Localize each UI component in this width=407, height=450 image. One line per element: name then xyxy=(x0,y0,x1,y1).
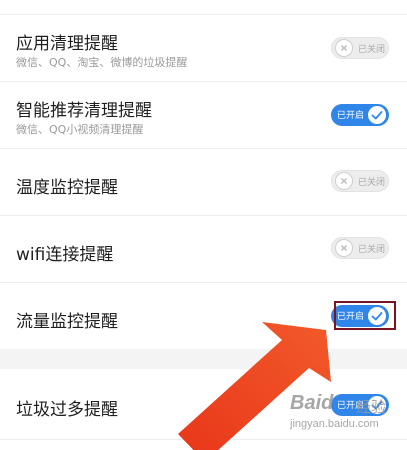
divider xyxy=(0,439,407,440)
temperature-toggle[interactable]: 已关闭 xyxy=(331,170,389,192)
setting-row-app-cleanup[interactable]: 应用清理提醒 微信、QQ、淘宝、微博的垃圾提醒 已关闭 xyxy=(0,15,407,81)
close-icon xyxy=(335,239,353,257)
annotation-highlight-box xyxy=(334,301,396,330)
baidu-jingyan-watermark: Baid 经验 jingyan.baidu.com xyxy=(282,392,402,438)
watermark-brand: Baid xyxy=(290,392,334,414)
toggle-label: 已关闭 xyxy=(358,245,386,255)
setting-title: wifi连接提醒 xyxy=(16,245,114,265)
setting-subtitle: 微信、QQ小视频清理提醒 xyxy=(16,123,144,136)
setting-row-wifi[interactable]: wifi连接提醒 已关闭 xyxy=(0,216,407,282)
check-icon xyxy=(368,106,386,124)
toggle-label: 已关闭 xyxy=(358,45,386,55)
watermark-url: jingyan.baidu.com xyxy=(290,418,379,430)
watermark-suffix: 经验 xyxy=(356,399,387,416)
section-gap xyxy=(0,349,407,369)
setting-title: 智能推荐清理提醒 xyxy=(16,101,152,121)
close-icon xyxy=(335,172,353,190)
toggle-label: 已开启 xyxy=(337,111,365,121)
setting-row-smart-recommend[interactable]: 智能推荐清理提醒 微信、QQ小视频清理提醒 已开启 xyxy=(0,82,407,148)
setting-title: 应用清理提醒 xyxy=(16,34,118,54)
setting-subtitle: 微信、QQ、淘宝、微博的垃圾提醒 xyxy=(16,56,188,69)
wifi-toggle[interactable]: 已关闭 xyxy=(331,237,389,259)
setting-title: 流量监控提醒 xyxy=(16,312,118,332)
close-icon xyxy=(335,39,353,57)
toggle-label: 已关闭 xyxy=(358,178,386,188)
setting-row-temperature[interactable]: 温度监控提醒 已关闭 xyxy=(0,149,407,215)
setting-title: 垃圾过多提醒 xyxy=(16,400,118,420)
smart-recommend-toggle[interactable]: 已开启 xyxy=(331,104,389,126)
app-cleanup-toggle[interactable]: 已关闭 xyxy=(331,37,389,59)
setting-title: 温度监控提醒 xyxy=(16,178,118,198)
